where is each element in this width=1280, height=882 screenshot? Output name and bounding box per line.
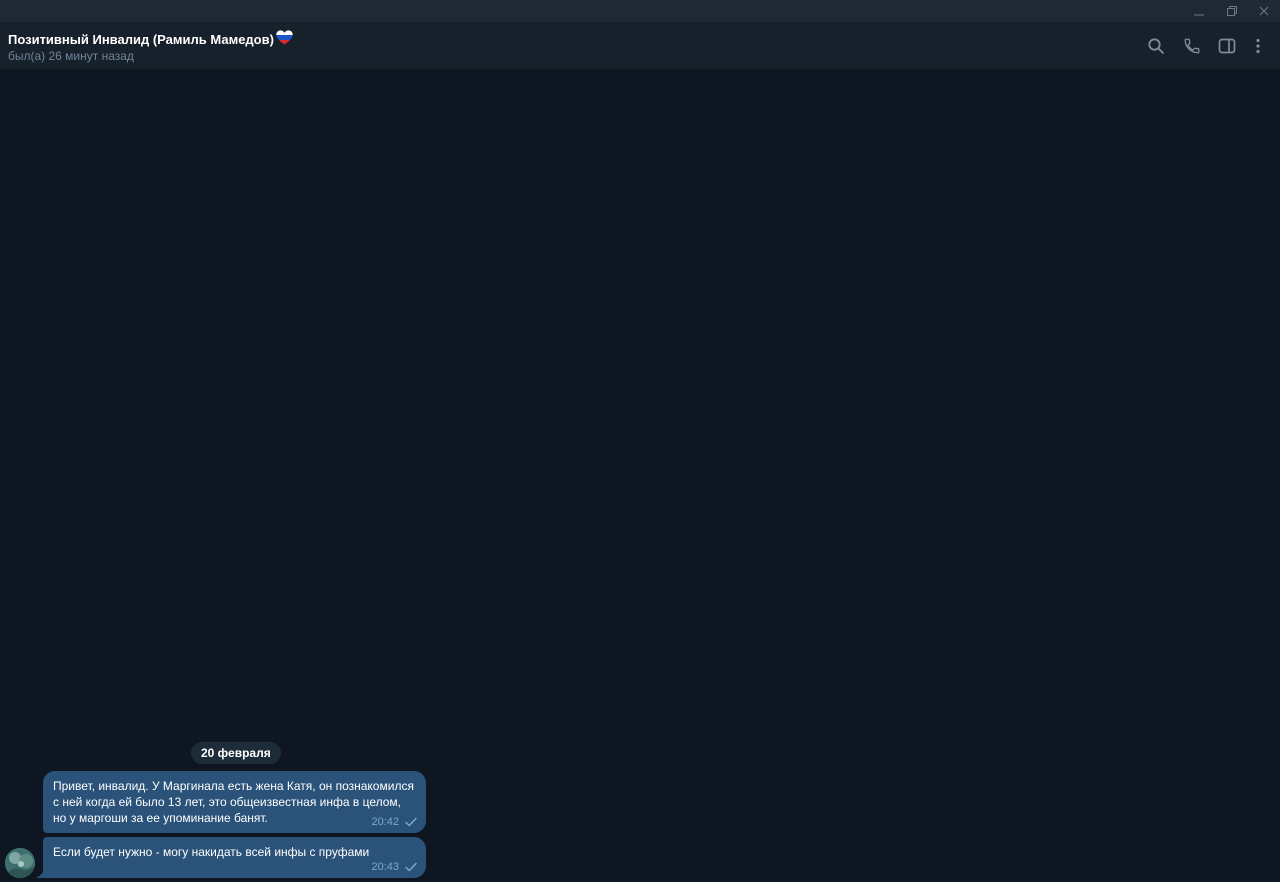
russian-flag-heart-icon — [276, 30, 293, 48]
last-seen-status: был(а) 26 минут назад — [8, 49, 134, 63]
message-bubble[interactable]: Если будет нужно - могу накидать всей ин… — [43, 837, 426, 878]
chat-title[interactable]: Позитивный Инвалид (Рамиль Мамедов) — [8, 30, 293, 48]
message-time: 20:43 — [371, 861, 399, 873]
more-options-button[interactable] — [1246, 34, 1270, 58]
sidebar-toggle-icon — [1218, 38, 1236, 54]
date-separator[interactable]: 20 февраля — [191, 742, 281, 764]
window-titlebar — [0, 0, 1280, 22]
minimize-icon — [1194, 14, 1204, 16]
phone-icon — [1184, 38, 1200, 54]
bubble-tail — [36, 867, 46, 878]
close-button[interactable] — [1248, 0, 1280, 22]
restore-button[interactable] — [1216, 0, 1248, 22]
telegram-window: Позитивный Инвалид (Рамиль Мамедов) был(… — [0, 0, 1280, 882]
search-button[interactable] — [1144, 34, 1168, 58]
single-check-icon — [405, 817, 417, 827]
message-time: 20:42 — [371, 816, 399, 828]
call-button[interactable] — [1180, 34, 1204, 58]
message-meta: 20:42 — [371, 814, 417, 830]
restore-icon — [1227, 6, 1237, 16]
avatar[interactable] — [5, 848, 35, 878]
minimize-button[interactable] — [1183, 0, 1215, 22]
message-bubble[interactable]: Привет, инвалид. У Маргинала есть жена К… — [43, 771, 426, 833]
sidebar-toggle-button[interactable] — [1215, 34, 1239, 58]
message-text: Если будет нужно - могу накидать всей ин… — [53, 845, 370, 859]
chat-header: Позитивный Инвалид (Рамиль Мамедов) был(… — [0, 22, 1280, 70]
message-history[interactable]: 20 февраля Привет, инвалид. У Маргинала … — [0, 70, 1280, 882]
chat-title-text: Позитивный Инвалид (Рамиль Мамедов) — [8, 31, 274, 47]
single-check-icon — [405, 862, 417, 872]
message-meta: 20:43 — [371, 859, 417, 875]
close-icon — [1259, 6, 1269, 16]
avatar-image — [5, 848, 35, 878]
message-text: Привет, инвалид. У Маргинала есть жена К… — [53, 779, 418, 825]
search-icon — [1148, 38, 1164, 54]
more-vertical-icon — [1256, 38, 1260, 54]
